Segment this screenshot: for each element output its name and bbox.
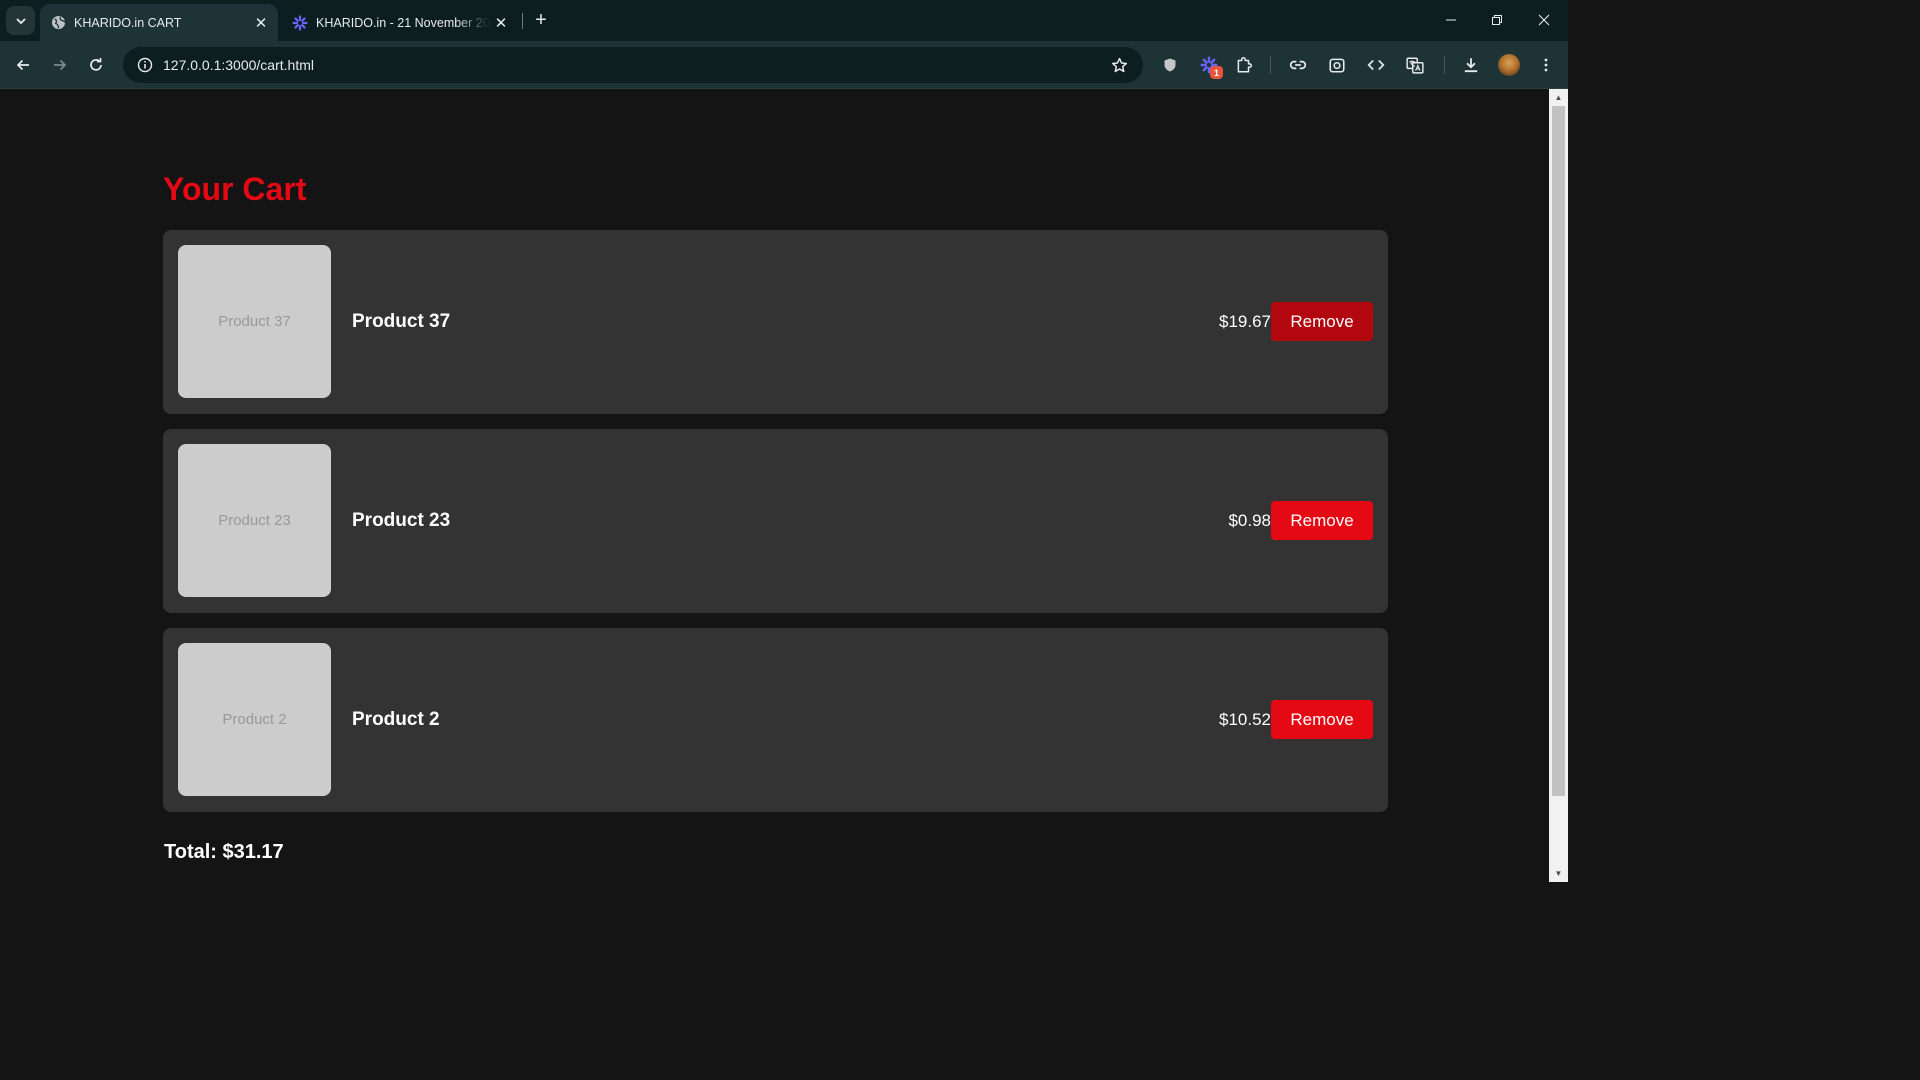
remove-button[interactable]: Remove (1271, 501, 1373, 540)
product-image: Product 37 (178, 245, 331, 398)
shield-icon (1164, 58, 1176, 72)
chevron-down-icon (15, 17, 26, 24)
close-tab-icon[interactable]: ✕ (490, 12, 512, 34)
page-title: Your Cart (163, 171, 307, 207)
menu-button[interactable] (1531, 50, 1561, 80)
site-info-icon[interactable] (127, 47, 163, 83)
product-name: Product 2 (352, 709, 440, 730)
page-scrollbar[interactable]: ▲ ▼ (1549, 89, 1568, 882)
close-icon (1538, 14, 1550, 26)
arrow-left-icon (16, 59, 29, 71)
url-text[interactable]: 127.0.0.1:3000/cart.html (163, 57, 1101, 73)
toolbar-separator (1444, 56, 1445, 74)
cart-item: Product 23 Product 23 $0.98 Remove (163, 429, 1388, 613)
notification-badge: 1 (1210, 66, 1223, 79)
close-window-button[interactable] (1521, 0, 1567, 40)
minimize-button[interactable] (1428, 0, 1474, 40)
link-button[interactable] (1283, 50, 1313, 80)
page-content: Your Cart Product 37 Product 37 $19.67 R… (0, 89, 1549, 882)
browser-toolbar: 127.0.0.1:3000/cart.html 1 (0, 41, 1568, 89)
profile-button[interactable] (1494, 50, 1524, 80)
product-image: Product 2 (178, 643, 331, 796)
extensions-button[interactable] (1229, 50, 1259, 80)
cart-total: Total: $31.17 (164, 841, 284, 863)
tab-cart[interactable]: KHARIDO.in CART ✕ (40, 4, 278, 41)
download-icon (1464, 58, 1478, 73)
arrow-right-icon (54, 59, 67, 71)
code-icon (1367, 59, 1385, 71)
screenshot-button[interactable] (1322, 50, 1352, 80)
product-image: Product 23 (178, 444, 331, 597)
translate-button[interactable] (1400, 50, 1430, 80)
product-price: $19.67 (1219, 312, 1271, 331)
tab-search-button[interactable] (6, 6, 35, 35)
address-bar[interactable]: 127.0.0.1:3000/cart.html (123, 47, 1143, 83)
cart-item: Product 37 Product 37 $19.67 Remove (163, 230, 1388, 414)
downloads-button[interactable] (1456, 50, 1486, 80)
puzzle-icon (1237, 57, 1252, 73)
reload-button[interactable] (81, 50, 111, 80)
reload-icon (90, 58, 102, 71)
gear-flower-icon (292, 14, 308, 31)
camera-icon (1329, 58, 1345, 73)
toolbar-separator (1270, 56, 1271, 74)
product-name: Product 23 (352, 510, 451, 531)
restore-button[interactable] (1474, 0, 1520, 40)
cart-item: Product 2 Product 2 $10.52 Remove (163, 628, 1388, 812)
tab-separator (522, 13, 523, 29)
minimize-icon (1446, 19, 1456, 21)
scroll-up-arrow-icon[interactable]: ▲ (1549, 90, 1568, 105)
tab-home[interactable]: KHARIDO.in - 21 November 2024 ✕ (282, 4, 518, 41)
back-button[interactable] (8, 50, 38, 80)
tab-bar: KHARIDO.in CART ✕ KHARIDO.in - 21 Novemb… (0, 0, 1568, 41)
remove-button[interactable]: Remove (1271, 302, 1373, 341)
globe-icon (50, 15, 66, 31)
product-price: $0.98 (1228, 511, 1271, 530)
close-tab-icon[interactable]: ✕ (250, 12, 272, 34)
scroll-thumb[interactable] (1552, 106, 1565, 796)
product-name: Product 37 (352, 311, 451, 332)
product-price: $10.52 (1219, 710, 1271, 729)
shield-extension-button[interactable] (1155, 50, 1185, 80)
link-icon (1289, 60, 1307, 70)
avatar (1498, 54, 1520, 76)
remove-button[interactable]: Remove (1271, 700, 1373, 739)
more-vert-icon (1544, 58, 1548, 72)
new-tab-button[interactable]: + (529, 8, 553, 32)
devtools-button[interactable] (1361, 50, 1391, 80)
tab-title: KHARIDO.in CART (74, 15, 182, 30)
restore-icon (1492, 15, 1502, 25)
tab-title: KHARIDO.in - 21 November 2024 (316, 15, 490, 30)
flower-extension-button[interactable]: 1 (1194, 50, 1224, 80)
bookmark-star-icon[interactable] (1101, 47, 1137, 83)
forward-button[interactable] (45, 50, 75, 80)
scroll-down-arrow-icon[interactable]: ▼ (1549, 866, 1568, 881)
translate-icon (1406, 57, 1424, 74)
